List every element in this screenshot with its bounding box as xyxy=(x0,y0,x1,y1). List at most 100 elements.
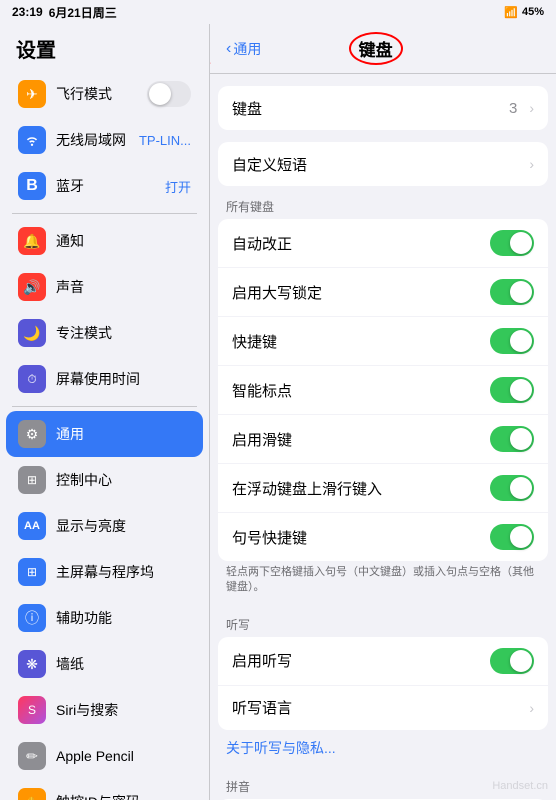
status-time: 23:19 xyxy=(12,5,43,19)
row-custom-shortcuts[interactable]: 自定义短语 › xyxy=(218,142,548,186)
chevron-right-icon: › xyxy=(529,156,534,172)
airplane-icon: ✈ xyxy=(18,80,46,108)
row-autocorrect[interactable]: 自动改正 xyxy=(218,219,548,268)
airplane-toggle[interactable] xyxy=(147,81,191,107)
status-right: 📶 45% xyxy=(504,6,544,19)
section-body: 键盘 3 › xyxy=(218,86,548,130)
row-label: 自动改正 xyxy=(232,233,482,254)
row-smart-punct[interactable]: 智能标点 xyxy=(218,366,548,415)
back-button[interactable]: ‹ 通用 xyxy=(226,39,261,59)
section-header: 所有键盘 xyxy=(210,198,556,219)
sidebar-item-applepencil[interactable]: ✏ Apple Pencil xyxy=(6,733,203,779)
dictation-privacy-link[interactable]: 关于听写与隐私... xyxy=(210,730,556,766)
sidebar-item-controlcenter[interactable]: ⊞ 控制中心 xyxy=(6,457,203,503)
row-label: 在浮动键盘上滑行键入 xyxy=(232,478,482,499)
shortcuts-toggle[interactable] xyxy=(490,328,534,354)
slide-toggle[interactable] xyxy=(490,426,534,452)
sidebar-item-homescreen[interactable]: ⊞ 主屏幕与程序坞 xyxy=(6,549,203,595)
row-label: 启用大写锁定 xyxy=(232,282,482,303)
screentime-icon: ⏱ xyxy=(18,365,46,393)
sound-icon: 🔊 xyxy=(18,273,46,301)
status-left: 23:19 6月21日周三 xyxy=(12,4,117,21)
row-keyboards[interactable]: 键盘 3 › xyxy=(218,86,548,130)
row-shortcuts[interactable]: 快捷键 xyxy=(218,317,548,366)
siri-icon: S xyxy=(18,696,46,724)
section-pinyin: 拼音 模糊拼音 › 方言 无 › 空格键确认 轻点空格键确认第一个候选项。 xyxy=(210,778,556,800)
sidebar-item-label: 通知 xyxy=(56,231,191,251)
wifi-icon: 📶 xyxy=(504,6,518,19)
row-slide-type[interactable]: 启用滑键 xyxy=(218,415,548,464)
sidebar-item-label: 蓝牙 xyxy=(56,176,155,196)
accessibility-icon: ⓘ xyxy=(18,604,46,632)
row-label: 听写语言 xyxy=(232,697,517,718)
main-layout: 设置 ✈ 飞行模式 无线局域网 TP-LIN... B 蓝牙 打开 🔔 xyxy=(0,24,556,800)
applepencil-icon: ✏ xyxy=(18,742,46,770)
focus-icon: 🌙 xyxy=(18,319,46,347)
bluetooth-icon: B xyxy=(18,172,46,200)
smart-punct-toggle[interactable] xyxy=(490,377,534,403)
back-label: 通用 xyxy=(233,39,261,59)
float-slide-toggle[interactable] xyxy=(490,475,534,501)
row-enable-dictation[interactable]: 启用听写 xyxy=(218,637,548,686)
sidebar-item-label: 主屏幕与程序坞 xyxy=(56,562,191,582)
section-body: 自动改正 启用大写锁定 快捷键 智能标点 启用滑键 xyxy=(218,219,548,561)
sidebar-item-label: 辅助功能 xyxy=(56,608,191,628)
sidebar-item-focus[interactable]: 🌙 专注模式 xyxy=(6,310,203,356)
bluetooth-value: 打开 xyxy=(165,177,191,196)
general-icon: ⚙ xyxy=(18,420,46,448)
sidebar: 设置 ✈ 飞行模式 无线局域网 TP-LIN... B 蓝牙 打开 🔔 xyxy=(0,24,210,800)
row-label: 自定义短语 xyxy=(232,154,517,175)
chevron-right-icon: › xyxy=(529,100,534,116)
row-label: 键盘 xyxy=(232,98,501,119)
row-label: 启用听写 xyxy=(232,650,482,671)
sidebar-item-label: 通用 xyxy=(56,424,191,444)
sidebar-item-siri[interactable]: S Siri与搜索 xyxy=(6,687,203,733)
section-dictation: 听写 启用听写 听写语言 › 关于听写与隐私... xyxy=(210,616,556,766)
sidebar-item-airplane[interactable]: ✈ 飞行模式 xyxy=(6,71,203,117)
wallpaper-icon: ❋ xyxy=(18,650,46,678)
status-bar: 23:19 6月21日周三 📶 45% xyxy=(0,0,556,24)
sidebar-item-bluetooth[interactable]: B 蓝牙 打开 xyxy=(6,163,203,209)
sidebar-item-label: 无线局域网 xyxy=(56,130,129,150)
section-header: 拼音 xyxy=(210,778,556,799)
status-date: 6月21日周三 xyxy=(49,4,117,21)
sidebar-item-label: 控制中心 xyxy=(56,470,191,490)
keyboard-title-circled: 键盘 xyxy=(349,32,403,65)
sidebar-item-screentime[interactable]: ⏱ 屏幕使用时间 xyxy=(6,356,203,402)
row-period-shortcut[interactable]: 句号快捷键 xyxy=(218,513,548,561)
wifi-value: TP-LIN... xyxy=(139,133,191,148)
row-label: 智能标点 xyxy=(232,380,482,401)
sidebar-item-display[interactable]: AA 显示与亮度 xyxy=(6,503,203,549)
display-icon: AA xyxy=(18,512,46,540)
wifi-icon-sidebar xyxy=(18,126,46,154)
row-autocaps[interactable]: 启用大写锁定 xyxy=(218,268,548,317)
controlcenter-icon: ⊞ xyxy=(18,466,46,494)
sidebar-item-touchid[interactable]: ✋ 触控ID与密码 xyxy=(6,779,203,800)
notification-icon: 🔔 xyxy=(18,227,46,255)
sidebar-item-label: 飞行模式 xyxy=(56,84,137,104)
touchid-icon: ✋ xyxy=(18,788,46,800)
sidebar-item-general[interactable]: ⚙ 通用 xyxy=(6,411,203,457)
sidebar-item-notifications[interactable]: 🔔 通知 xyxy=(6,218,203,264)
row-dictation-lang[interactable]: 听写语言 › xyxy=(218,686,548,730)
divider xyxy=(12,406,197,407)
sidebar-item-sounds[interactable]: 🔊 声音 xyxy=(6,264,203,310)
row-float-slide[interactable]: 在浮动键盘上滑行键入 xyxy=(218,464,548,513)
sidebar-item-label: Siri与搜索 xyxy=(56,700,191,720)
sidebar-item-label: 专注模式 xyxy=(56,323,191,343)
sidebar-item-label: 显示与亮度 xyxy=(56,516,191,536)
sidebar-item-wifi[interactable]: 无线局域网 TP-LIN... xyxy=(6,117,203,163)
section-body: 启用听写 听写语言 › xyxy=(218,637,548,730)
autocaps-toggle[interactable] xyxy=(490,279,534,305)
sidebar-item-label: Apple Pencil xyxy=(56,748,191,764)
sidebar-title: 设置 xyxy=(0,24,209,71)
sidebar-item-accessibility[interactable]: ⓘ 辅助功能 xyxy=(6,595,203,641)
autocorrect-toggle[interactable] xyxy=(490,230,534,256)
sidebar-item-wallpaper[interactable]: ❋ 墙纸 xyxy=(6,641,203,687)
right-panel: ‹ 通用 键盘 键盘 3 xyxy=(210,24,556,800)
chevron-right-icon: › xyxy=(529,700,534,716)
dictation-toggle[interactable] xyxy=(490,648,534,674)
period-note: 轻点两下空格键插入句号（中文键盘）或插入句点与空格（其他键盘）。 xyxy=(210,561,556,604)
period-toggle[interactable] xyxy=(490,524,534,550)
section-all-keyboards: 所有键盘 自动改正 启用大写锁定 快捷键 智能标点 xyxy=(210,198,556,604)
